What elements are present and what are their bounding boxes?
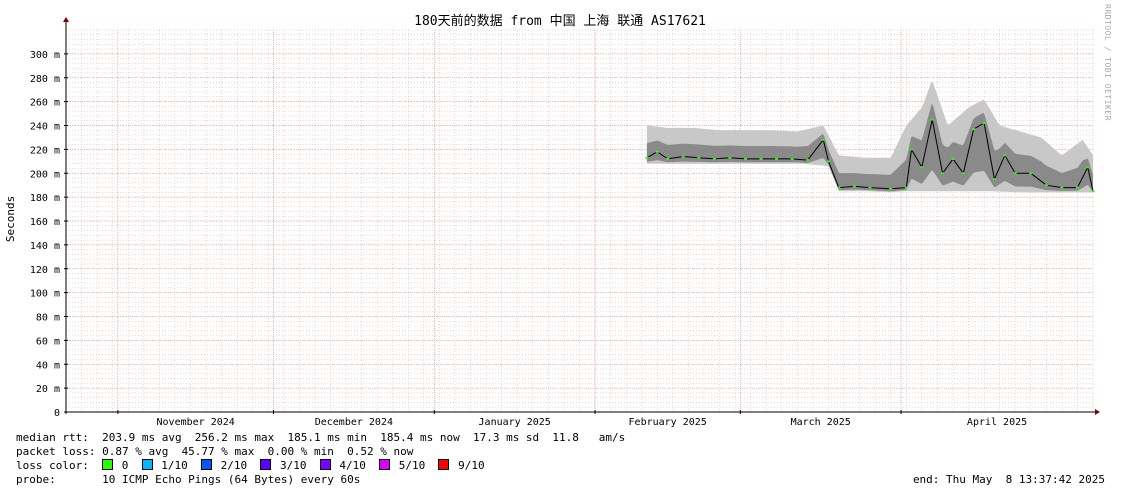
y-tick-label: 80 m bbox=[36, 313, 60, 324]
loss-color-item: 5/10 bbox=[366, 459, 425, 472]
y-tick-label: 220 m bbox=[30, 145, 60, 156]
median-point bbox=[992, 178, 996, 181]
median-point bbox=[837, 186, 841, 189]
median-point bbox=[889, 187, 893, 190]
x-tick-label: January 2025 bbox=[479, 417, 551, 428]
median-point bbox=[1086, 166, 1090, 169]
loss-color-item: 9/10 bbox=[425, 459, 485, 472]
median-point bbox=[645, 156, 649, 159]
y-tick-label: 140 m bbox=[30, 241, 60, 252]
median-point bbox=[790, 157, 794, 160]
y-tick-label: 200 m bbox=[30, 169, 60, 180]
y-tick-label: 60 m bbox=[36, 336, 60, 347]
y-tick-label: 180 m bbox=[30, 193, 60, 204]
loss-color-label-text: 1/10 bbox=[154, 459, 188, 472]
y-axis-label: Seconds bbox=[4, 196, 17, 242]
smokeping-chart: 180天前的数据 from 中国 上海 联通 AS17621 Seconds 0… bbox=[4, 13, 1100, 428]
median-point bbox=[728, 156, 732, 159]
loss-color-label-text: 4/10 bbox=[332, 459, 366, 472]
median-point bbox=[1060, 186, 1064, 189]
median-point bbox=[1091, 190, 1095, 193]
loss-color-legend: loss color: 0 1/10 2/10 3/10 4/10 5/10 9… bbox=[16, 459, 485, 473]
end-timestamp: end: Thu May 8 13:37:42 2025 bbox=[912, 473, 1105, 486]
smoke-layer bbox=[646, 81, 1093, 193]
median-point bbox=[759, 157, 763, 160]
median-point bbox=[806, 159, 810, 162]
grid-layer bbox=[65, 29, 1094, 413]
median-point bbox=[666, 157, 670, 160]
loss-color-swatch bbox=[200, 459, 212, 470]
median-rtt-stats: median rtt: 203.9 ms avg 256.2 ms max 18… bbox=[16, 431, 626, 444]
loss-color-label-text: 2/10 bbox=[213, 459, 248, 472]
y-tick-label: 100 m bbox=[30, 289, 60, 300]
loss-color-swatch bbox=[141, 459, 153, 470]
loss-color-label-text: 3/10 bbox=[273, 459, 307, 472]
median-point bbox=[972, 128, 976, 131]
median-point bbox=[920, 166, 924, 169]
median-point bbox=[743, 157, 747, 160]
packet-loss-stats: packet loss: 0.87 % avg 45.77 % max 0.00… bbox=[16, 445, 414, 458]
median-point bbox=[852, 185, 856, 188]
y-tick-label: 300 m bbox=[30, 50, 60, 61]
x-tick-label: February 2025 bbox=[629, 417, 707, 428]
loss-color-swatch bbox=[379, 459, 391, 470]
median-point bbox=[904, 186, 908, 189]
x-tick-label: March 2025 bbox=[791, 417, 851, 428]
y-tick-label: 260 m bbox=[30, 98, 60, 109]
median-point bbox=[1003, 154, 1007, 157]
loss-color-item: 1/10 bbox=[128, 459, 188, 472]
loss-color-item: 3/10 bbox=[247, 459, 306, 472]
y-tick-label: 280 m bbox=[30, 74, 60, 85]
median-point bbox=[941, 172, 945, 175]
median-point bbox=[1029, 172, 1033, 175]
median-point bbox=[775, 157, 779, 160]
median-point bbox=[930, 118, 934, 121]
median-point bbox=[821, 138, 825, 141]
x-axis-arrow bbox=[1095, 409, 1100, 415]
median-point bbox=[951, 157, 955, 160]
median-point bbox=[1044, 184, 1048, 187]
median-point bbox=[712, 157, 716, 160]
x-tick-label: December 2024 bbox=[315, 417, 393, 428]
loss-color-item: 0 bbox=[89, 459, 129, 472]
x-tick-label: April 2025 bbox=[967, 417, 1027, 428]
loss-color-item: 4/10 bbox=[306, 459, 366, 472]
median-point bbox=[909, 148, 913, 151]
median-point bbox=[1013, 172, 1017, 175]
x-tick-labels: November 2024 December 2024 January 2025 Fe… bbox=[157, 417, 1028, 428]
loss-color-items: 0 1/10 2/10 3/10 4/10 5/10 9/10 bbox=[89, 459, 485, 472]
rrdtool-watermark: RRDTOOL / TOBI OETIKER bbox=[1103, 4, 1112, 121]
y-tick-label: 20 m bbox=[36, 384, 60, 395]
loss-color-label-text: 0 bbox=[115, 459, 129, 472]
y-axis-arrow bbox=[63, 17, 69, 22]
median-point bbox=[826, 160, 830, 163]
median-point bbox=[1075, 186, 1079, 189]
loss-color-swatch bbox=[260, 459, 272, 470]
y-tick-label: 160 m bbox=[30, 217, 60, 228]
y-tick-label: 120 m bbox=[30, 265, 60, 276]
loss-color-label-text: 9/10 bbox=[451, 459, 485, 472]
x-tick-label: November 2024 bbox=[157, 417, 235, 428]
median-point bbox=[681, 155, 685, 158]
axes-layer bbox=[63, 17, 1100, 415]
median-point bbox=[655, 150, 659, 153]
y-tick-label: 0 bbox=[54, 408, 60, 419]
loss-color-swatch bbox=[319, 459, 331, 470]
loss-color-swatch bbox=[438, 459, 450, 470]
y-tick-label: 40 m bbox=[36, 360, 60, 371]
loss-color-label-text: 5/10 bbox=[392, 459, 426, 472]
loss-color-swatch bbox=[102, 459, 114, 470]
y-tick-labels: 0 20 m 40 m 60 m 80 m 100 m 120 m 140 m 160 m 180… bbox=[30, 50, 60, 419]
median-point bbox=[961, 172, 965, 175]
loss-color-label: loss color: bbox=[16, 459, 89, 472]
probe-info: probe: 10 ICMP Echo Pings (64 Bytes) eve… bbox=[16, 473, 361, 486]
median-point bbox=[982, 122, 986, 125]
median-point bbox=[697, 156, 701, 159]
median-point bbox=[868, 186, 872, 189]
y-tick-label: 240 m bbox=[30, 122, 60, 133]
chart-title: 180天前的数据 from 中国 上海 联通 AS17621 bbox=[414, 13, 706, 29]
loss-color-item: 2/10 bbox=[188, 459, 247, 472]
